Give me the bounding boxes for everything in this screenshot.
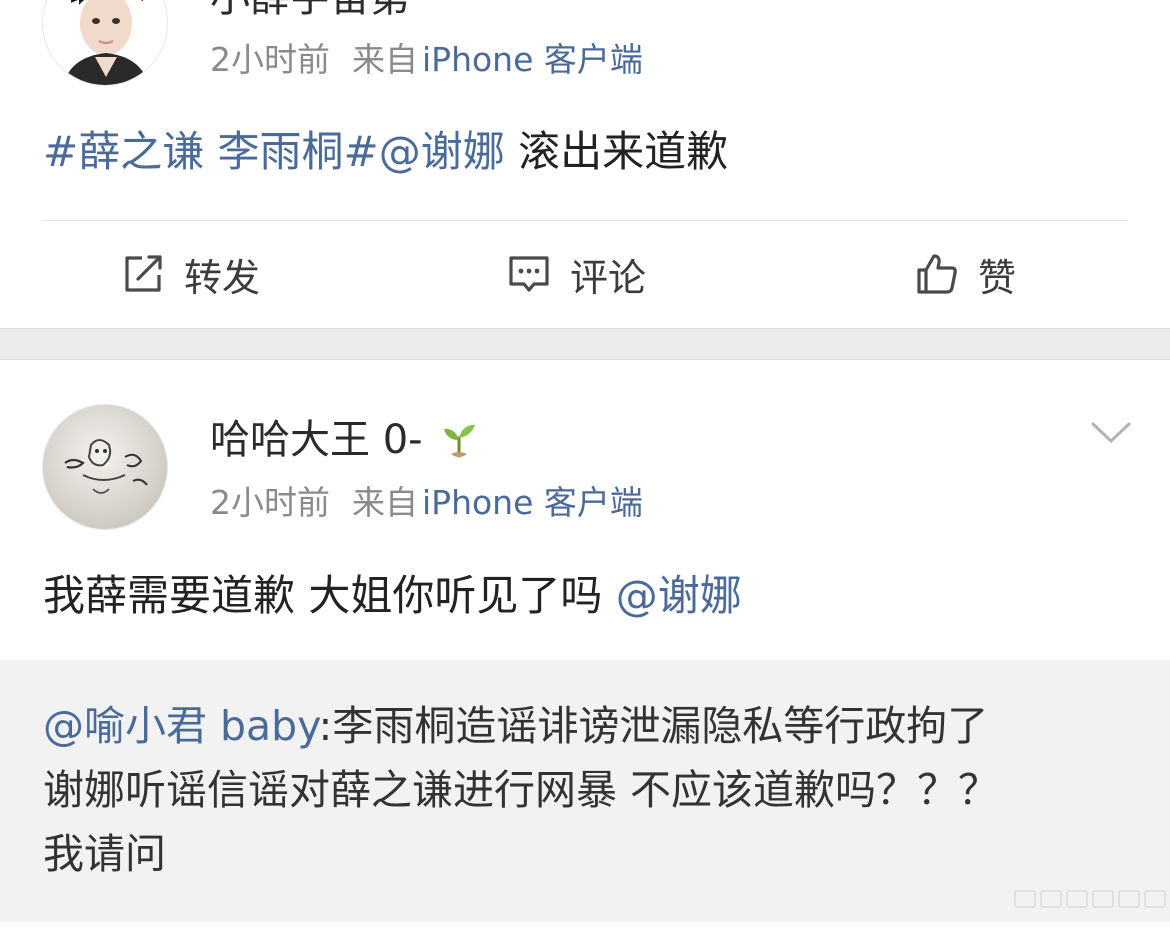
post-meta: 2小时前 来自 iPhone 客户端: [210, 40, 643, 80]
quoted-line: 我请问: [43, 830, 166, 878]
source-prefix: 来自: [352, 40, 418, 79]
source-client-link[interactable]: iPhone 客户端: [422, 40, 643, 79]
sprout-badge-icon: [443, 424, 475, 458]
post-text: 滚出来道歉: [504, 127, 729, 176]
like-button[interactable]: 赞: [914, 248, 1016, 300]
quoted-post[interactable]: @喻小君 baby:李雨桐造谣诽谤泄漏隐私等行政拘了 谢娜听谣信谣对薛之谦进行网…: [0, 660, 1170, 922]
post-card: 小薛宇宙第 2小时前来自iPhone 客户端 #薛之谦 李雨桐#@谢娜 滚出来道…: [0, 0, 1170, 328]
watermark: [1014, 890, 1166, 908]
watermark-mark: [1066, 890, 1088, 908]
post-username[interactable]: 小薛宇宙第: [210, 0, 410, 22]
post-text: 我薛需要道歉 大姐你听见了吗: [43, 571, 616, 620]
username-text: 哈哈大王 0-: [210, 417, 423, 463]
weibo-feed: 小薛宇宙第 2小时前来自iPhone 客户端 #薛之谦 李雨桐#@谢娜 滚出来道…: [0, 0, 1170, 936]
post-username[interactable]: 哈哈大王 0-: [210, 416, 479, 464]
quoted-line-text: :李雨桐造谣诽谤泄漏隐私等行政拘了: [318, 702, 989, 750]
source-prefix: 来自: [352, 483, 418, 522]
repost-icon: [125, 255, 162, 292]
watermark-mark: [1092, 890, 1114, 908]
comment-label: 评论: [570, 255, 647, 300]
watermark-mark: [1144, 890, 1166, 908]
chevron-down-icon[interactable]: [1090, 420, 1132, 446]
action-bar: 转发 评论 赞: [0, 222, 1170, 328]
quoted-author-mention[interactable]: @喻小君 baby: [43, 702, 319, 750]
divider: [42, 220, 1128, 221]
quoted-line: @喻小君 baby:李雨桐造谣诽谤泄漏隐私等行政拘了: [43, 694, 1133, 758]
mention-link[interactable]: @谢娜: [616, 571, 742, 620]
quoted-text: @喻小君 baby:李雨桐造谣诽谤泄漏隐私等行政拘了 谢娜听谣信谣对薛之谦进行网…: [43, 694, 1133, 886]
watermark-mark: [1118, 890, 1140, 908]
repost-label: 转发: [184, 255, 261, 300]
repost-button[interactable]: 转发: [120, 248, 260, 300]
watermark-mark: [1040, 890, 1062, 908]
avatar-portrait-icon: [43, 0, 167, 85]
comment-icon: [509, 256, 549, 292]
user-avatar[interactable]: [42, 404, 168, 530]
topic-mention-link[interactable]: #薛之谦 李雨桐#@谢娜: [43, 127, 505, 176]
like-label: 赞: [978, 255, 1017, 300]
post-content: #薛之谦 李雨桐#@谢娜 滚出来道歉: [43, 126, 728, 178]
avatar-doodle-icon: [43, 405, 167, 529]
feed-separator: [0, 328, 1170, 360]
quoted-line: 谢娜听谣信谣对薛之谦进行网暴 不应该道歉吗？？？: [43, 766, 1000, 814]
post-meta: 2小时前 来自 iPhone 客户端: [210, 483, 643, 523]
post-time: 2小时前: [210, 483, 330, 522]
source-client-link[interactable]: iPhone 客户端: [422, 483, 643, 522]
watermark-mark: [1014, 890, 1036, 908]
comment-button[interactable]: 评论: [506, 248, 646, 300]
post-time: 2小时前: [210, 40, 330, 79]
thumbs-up-icon: [917, 254, 957, 294]
post-content: 我薛需要道歉 大姐你听见了吗 @谢娜: [43, 570, 742, 622]
user-avatar[interactable]: [42, 0, 168, 86]
